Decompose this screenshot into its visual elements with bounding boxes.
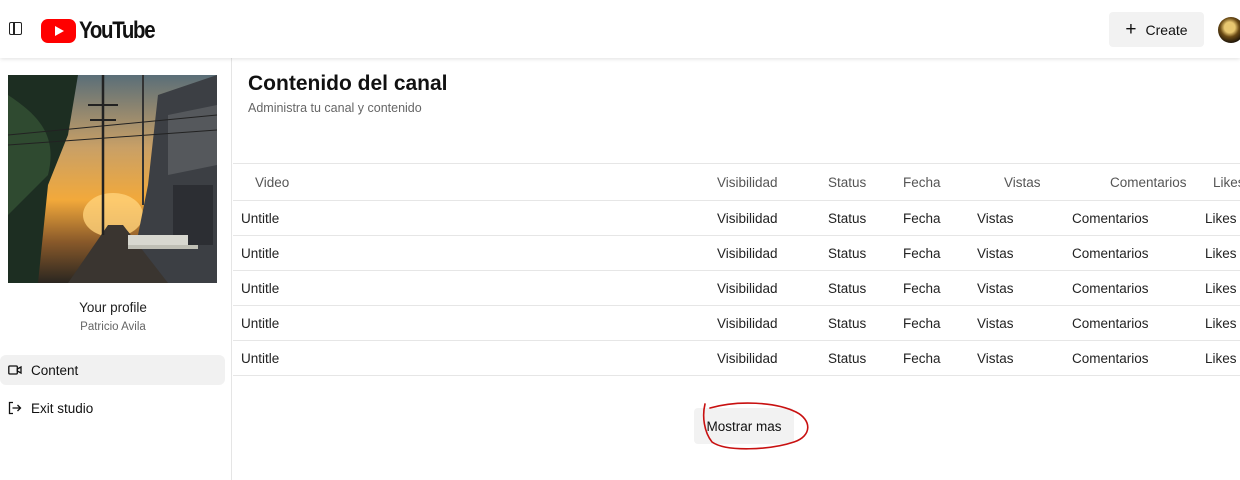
cell-comments: Comentarios [1072, 280, 1149, 296]
column-header-comments[interactable]: Comentarios [1110, 164, 1187, 200]
create-button[interactable]: + Create [1109, 12, 1204, 47]
youtube-play-icon [41, 19, 76, 43]
cell-views: Vistas [977, 210, 1014, 226]
create-label: Create [1145, 21, 1188, 38]
table-header: Video Visibilidad Status Fecha Vistas Co… [233, 163, 1240, 201]
content-table: Video Visibilidad Status Fecha Vistas Co… [233, 163, 1240, 376]
brand-name: YouTube [79, 17, 156, 44]
cell-views: Vistas [977, 350, 1014, 366]
page-title: Contenido del canal [248, 72, 448, 95]
cell-status: Status [828, 245, 867, 261]
sidebar-item-content[interactable]: Content [0, 355, 225, 385]
table-row[interactable]: Untitle Visibilidad Status Fecha Vistas … [233, 271, 1240, 306]
cell-views: Vistas [977, 245, 1014, 261]
page-subtitle: Administra tu canal y contenido [248, 101, 422, 115]
sidebar-item-exit-studio[interactable]: Exit studio [0, 393, 225, 423]
cell-likes: Likes [1205, 350, 1237, 366]
cell-comments: Comentarios [1072, 350, 1149, 366]
cell-date: Fecha [903, 210, 941, 226]
youtube-logo[interactable]: YouTube [41, 17, 168, 45]
table-row[interactable]: Untitle Visibilidad Status Fecha Vistas … [233, 341, 1240, 376]
cell-likes: Likes [1205, 280, 1237, 296]
cell-date: Fecha [903, 245, 941, 261]
column-header-date[interactable]: Fecha [903, 164, 941, 200]
cell-visibility: Visibilidad [717, 245, 778, 261]
cell-likes: Likes [1205, 245, 1237, 261]
cell-comments: Comentarios [1072, 210, 1149, 226]
cell-date: Fecha [903, 350, 941, 366]
column-header-views[interactable]: Vistas [1004, 164, 1041, 200]
column-header-video[interactable]: Video [255, 164, 289, 200]
sidebar: Your profile Patricio Avila Content Exit… [0, 58, 232, 480]
cell-likes: Likes [1205, 315, 1237, 331]
profile-picture [8, 75, 217, 283]
column-header-status[interactable]: Status [828, 164, 866, 200]
cell-video: Untitle [241, 245, 280, 261]
cell-video: Untitle [241, 280, 280, 296]
cell-date: Fecha [903, 280, 941, 296]
sidebar-item-label: Exit studio [31, 400, 94, 416]
cell-visibility: Visibilidad [717, 280, 778, 296]
cell-status: Status [828, 280, 867, 296]
cell-video: Untitle [241, 210, 280, 226]
cell-comments: Comentarios [1072, 315, 1149, 331]
column-header-likes[interactable]: Likes [1213, 164, 1240, 200]
cell-visibility: Visibilidad [717, 315, 778, 331]
sidebar-toggle-icon[interactable] [9, 22, 22, 35]
cell-status: Status [828, 315, 867, 331]
cell-likes: Likes [1205, 210, 1237, 226]
cell-visibility: Visibilidad [717, 350, 778, 366]
profile-label: Your profile [79, 300, 147, 315]
table-row[interactable]: Untitle Visibilidad Status Fecha Vistas … [233, 236, 1240, 271]
cell-video: Untitle [241, 350, 280, 366]
cell-views: Vistas [977, 315, 1014, 331]
cell-date: Fecha [903, 315, 941, 331]
sidebar-item-label: Content [31, 362, 79, 378]
table-row[interactable]: Untitle Visibilidad Status Fecha Vistas … [233, 306, 1240, 341]
cell-status: Status [828, 350, 867, 366]
profile-username: Patricio Avila [80, 321, 146, 333]
cell-status: Status [828, 210, 867, 226]
video-camera-icon [8, 363, 22, 377]
exit-icon [8, 401, 22, 415]
cell-comments: Comentarios [1072, 245, 1149, 261]
top-bar: YouTube + Create [0, 0, 1240, 58]
cell-visibility: Visibilidad [717, 210, 778, 226]
cell-views: Vistas [977, 280, 1014, 296]
column-header-visibility[interactable]: Visibilidad [717, 164, 778, 200]
table-row[interactable]: Untitle Visibilidad Status Fecha Vistas … [233, 201, 1240, 236]
main-content: Contenido del canal Administra tu canal … [233, 58, 1240, 480]
plus-icon: + [1125, 19, 1137, 40]
cell-video: Untitle [241, 315, 280, 331]
show-more-button[interactable]: Mostrar mas [694, 408, 794, 444]
account-avatar[interactable] [1218, 17, 1240, 43]
